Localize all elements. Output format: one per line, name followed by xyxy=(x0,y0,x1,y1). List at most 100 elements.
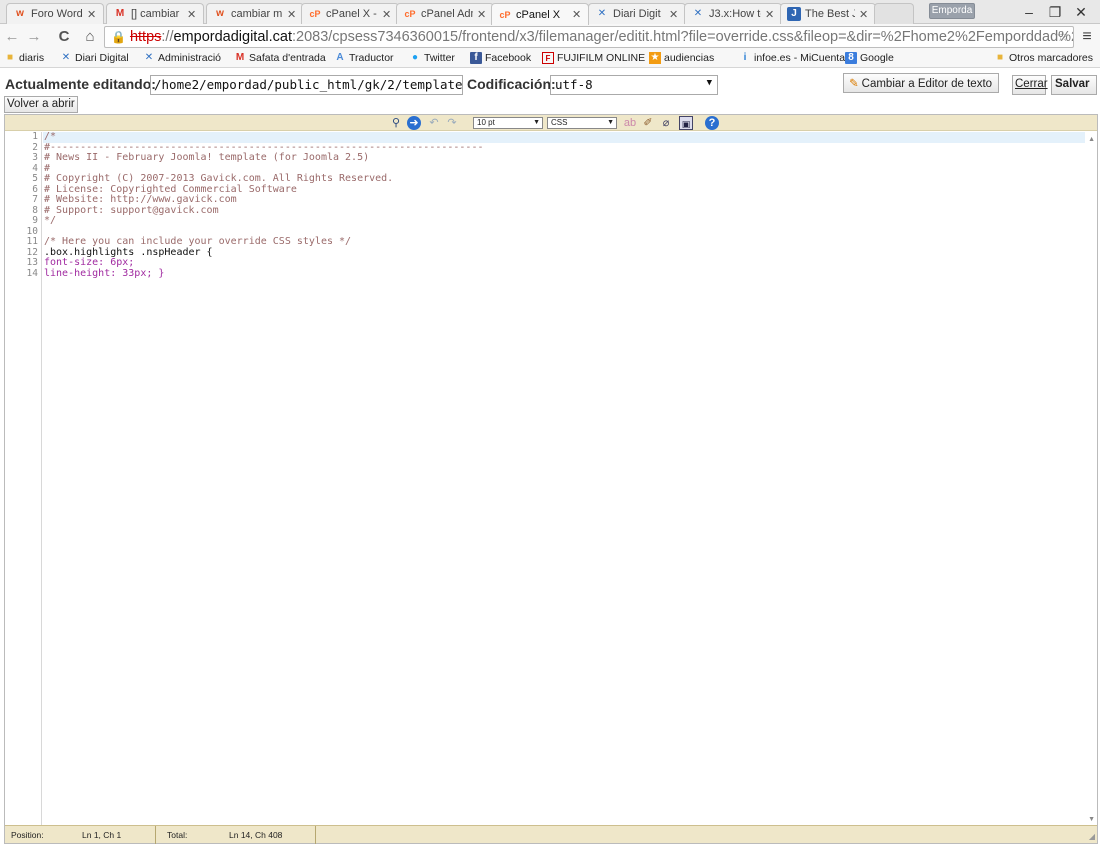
file-path-field[interactable]: /home2/empordad/public_html/gk/2/templat… xyxy=(150,75,463,95)
infoe-icon: i xyxy=(743,52,747,63)
code-line[interactable]: # Support: support@gavick.com xyxy=(43,205,1083,217)
syntax-select[interactable]: CSS ▼ xyxy=(547,117,617,129)
syntax-value: CSS xyxy=(551,118,568,127)
forward-icon[interactable]: → xyxy=(24,27,44,47)
browser-tab[interactable]: w cambiar m ✕ xyxy=(206,3,304,24)
tab-title: Diari Digit xyxy=(613,8,661,20)
profile-button[interactable]: Emporda xyxy=(929,3,975,19)
gmail-icon: M xyxy=(235,52,245,63)
reload-icon[interactable]: C xyxy=(54,27,74,47)
back-icon[interactable]: ← xyxy=(2,27,22,47)
browser-tab[interactable]: M [] cambiar ✕ xyxy=(106,3,204,24)
position-label: Position: xyxy=(11,830,44,840)
undo-icon[interactable]: ↶ xyxy=(427,116,441,130)
reopen-button[interactable]: Volver a abrir xyxy=(4,96,78,113)
browser-tab[interactable]: J The Best Jo ✕ xyxy=(780,3,876,24)
reset-icon[interactable]: ⌀ xyxy=(659,116,673,130)
bookmark-item[interactable]: ✕ Diari Digital xyxy=(60,52,129,64)
code-line[interactable]: line-height: 33px; } xyxy=(43,268,1083,280)
switch-editor-button[interactable]: ✎ Cambiar a Editor de texto xyxy=(843,73,999,93)
redo-icon[interactable]: ↷ xyxy=(445,116,459,130)
bookmark-label: Safata d'entrada xyxy=(249,52,326,64)
go-to-line-icon[interactable]: ➜ xyxy=(407,116,421,130)
chevron-down-icon: ▼ xyxy=(607,119,614,126)
bookmark-item[interactable]: ★ audiencias xyxy=(649,52,714,64)
minimize-icon[interactable]: – xyxy=(1016,2,1042,22)
vertical-scrollbar[interactable]: ▲ ▼ xyxy=(1085,132,1097,825)
browser-tab[interactable]: w Foro Word ✕ xyxy=(6,3,104,24)
editing-label: Actualmente editando: xyxy=(5,76,156,92)
bookmark-item[interactable]: ✕ Administració xyxy=(143,52,221,64)
close-tab-icon[interactable]: ✕ xyxy=(187,8,197,21)
google-icon: 8 xyxy=(845,52,857,64)
browser-tab[interactable]: ✕ J3.x:How to ✕ xyxy=(684,3,782,24)
code-line[interactable]: .box.highlights .nspHeader { xyxy=(43,247,1083,259)
url-host-prefix: :// xyxy=(161,29,174,45)
code-line[interactable]: # Copyright (C) 2007-2013 Gavick.com. Al… xyxy=(43,173,1083,185)
close-tab-icon[interactable]: ✕ xyxy=(477,8,487,21)
font-size-value: 10 pt xyxy=(477,118,495,127)
maximize-icon[interactable]: ❐ xyxy=(1042,2,1068,22)
new-tab-button[interactable] xyxy=(874,3,914,24)
spellcheck-icon[interactable]: ab xyxy=(623,116,637,130)
code-line[interactable]: */ xyxy=(43,215,1083,227)
help-icon[interactable]: ? xyxy=(705,116,719,130)
editor-header: Actualmente editando: /home2/empordad/pu… xyxy=(0,72,1100,96)
code-area[interactable]: 1 2 3 4 5 6 7 8 9 10 11 12 13 14 /* #-----------------… xyxy=(5,132,1097,825)
highlight-icon[interactable]: ✐ xyxy=(641,116,655,130)
close-tab-icon[interactable]: ✕ xyxy=(859,8,869,21)
code-line[interactable]: # Website: http://www.gavick.com xyxy=(43,194,1083,206)
resize-grip-icon[interactable]: ◢ xyxy=(1089,832,1095,841)
address-bar[interactable]: 🔒 https://empordadigital.cat:2083/cpsess… xyxy=(104,26,1074,48)
scroll-down-icon[interactable]: ▼ xyxy=(1088,816,1095,823)
bookmark-label: FUJIFILM ONLINE xyxy=(557,52,646,64)
code-line[interactable]: /* xyxy=(43,132,1085,143)
tab-title: Foro Word xyxy=(31,8,83,20)
browser-tab[interactable]: cP cPanel Adm ✕ xyxy=(396,3,494,24)
save-button[interactable]: Salvar xyxy=(1051,75,1097,95)
close-tab-icon[interactable]: ✕ xyxy=(87,8,97,21)
fujifilm-icon: F xyxy=(542,52,554,64)
gmail-icon: M xyxy=(115,8,125,19)
close-tab-icon[interactable]: ✕ xyxy=(382,8,392,21)
cpanel-icon: cP xyxy=(499,9,511,20)
translate-icon: A xyxy=(336,52,344,63)
close-tab-icon[interactable]: ✕ xyxy=(765,8,775,21)
close-tab-icon[interactable]: ✕ xyxy=(669,8,679,21)
home-icon[interactable]: ⌂ xyxy=(80,27,100,47)
close-tab-icon[interactable]: ✕ xyxy=(572,8,582,21)
chevron-down-icon: ▼ xyxy=(706,78,712,88)
audiencias-icon: ★ xyxy=(649,52,661,64)
bookmark-item[interactable]: ■ diaris xyxy=(4,52,44,64)
joomla-icon: J xyxy=(787,7,801,21)
search-icon[interactable]: ⚲ xyxy=(389,116,403,130)
browser-tab[interactable]: ✕ Diari Digit ✕ xyxy=(588,3,686,24)
tab-title: [] cambiar xyxy=(131,8,180,20)
bookmark-item[interactable]: A Traductor xyxy=(334,52,393,64)
close-button[interactable]: Cerrar xyxy=(1012,75,1048,95)
bookmark-item[interactable]: ● Twitter xyxy=(409,52,455,64)
close-window-icon[interactable]: ✕ xyxy=(1068,2,1094,22)
bookmark-item[interactable]: F FUJIFILM ONLINE xyxy=(542,52,645,64)
browser-tab-active[interactable]: cP cPanel X ✕ xyxy=(491,3,589,25)
other-bookmarks[interactable]: ■ Otros marcadores xyxy=(994,52,1093,64)
code-line[interactable]: # News II - February Joomla! template (f… xyxy=(43,152,1083,164)
bookmark-item[interactable]: i infoe.es - MiCuenta xyxy=(739,52,845,64)
code-line[interactable]: /* Here you can include your override CS… xyxy=(43,236,1083,248)
font-size-select[interactable]: 10 pt ▼ xyxy=(473,117,543,129)
bookmark-item[interactable]: 8 Google xyxy=(845,52,894,64)
code-lines[interactable]: /* #-------------------------------------… xyxy=(43,132,1085,280)
encoding-select[interactable]: utf-8 ▼ xyxy=(550,75,718,95)
code-line[interactable]: font-size: 6px; xyxy=(43,257,1083,269)
bookmark-star-icon[interactable]: ☆ xyxy=(1056,28,1069,45)
insecure-lock-icon[interactable]: 🔒 xyxy=(111,30,126,44)
close-tab-icon[interactable]: ✕ xyxy=(287,8,297,21)
bookmark-item[interactable]: f Facebook xyxy=(470,52,531,64)
menu-icon[interactable]: ≡ xyxy=(1078,27,1096,47)
fullscreen-icon[interactable]: ▣ xyxy=(679,116,693,130)
line-number: 9 xyxy=(32,215,38,226)
diari-digital-icon: ✕ xyxy=(144,52,154,63)
scroll-up-icon[interactable]: ▲ xyxy=(1088,136,1095,143)
bookmark-item[interactable]: M Safata d'entrada xyxy=(234,52,326,64)
browser-tab[interactable]: cP cPanel X - ✕ xyxy=(301,3,399,24)
